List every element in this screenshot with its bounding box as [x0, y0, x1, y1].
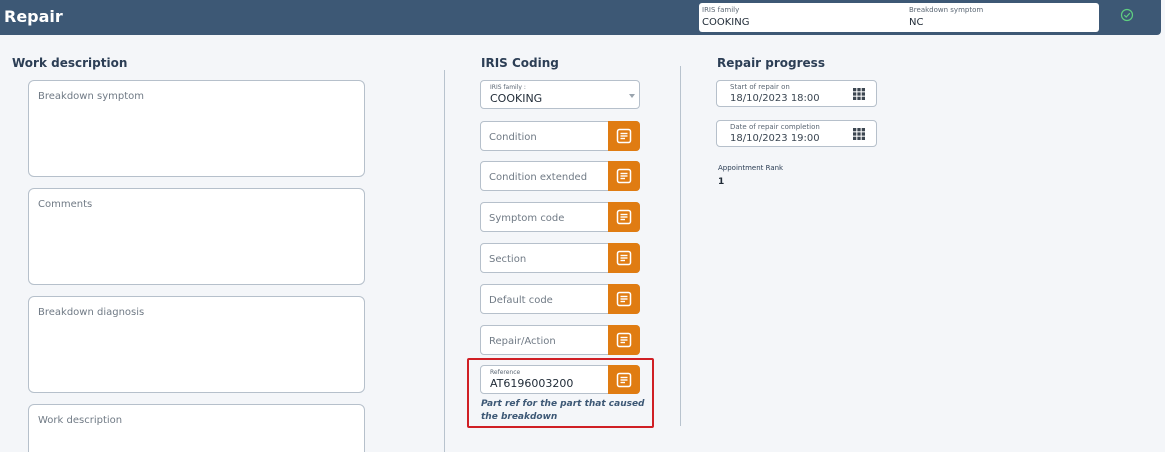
- repair-completion-field[interactable]: Date of repair completion 18/10/2023 19:…: [716, 120, 877, 147]
- page-header: Repair IRIS family COOKING Breakdown sym…: [0, 0, 1161, 35]
- work-description-title: Work description: [12, 56, 128, 70]
- iris-family-label: IRIS family: [702, 6, 740, 14]
- reference-label: Reference: [490, 369, 521, 376]
- symptom-code-label: Symptom code: [489, 213, 565, 224]
- condition-extended-picker-button[interactable]: [608, 161, 640, 191]
- comments-placeholder: Comments: [38, 199, 93, 210]
- iris-family-dropdown-value: COOKING: [490, 92, 543, 105]
- iris-family-dropdown[interactable]: IRIS family : COOKING: [480, 80, 640, 109]
- list-icon: [616, 209, 632, 225]
- section-label: Section: [489, 254, 527, 265]
- calendar-grid-icon[interactable]: [853, 88, 865, 100]
- repair-progress-title: Repair progress: [717, 56, 825, 70]
- reference-value: AT6196003200: [490, 377, 574, 390]
- repair-completion-value: 18/10/2023 19:00: [730, 133, 820, 144]
- appointment-rank-label: Appointment Rank: [718, 164, 784, 172]
- column-divider-left: [444, 70, 445, 452]
- iris-family-value: COOKING: [702, 17, 750, 28]
- breakdown-symptom-textarea[interactable]: Breakdown symptom: [28, 80, 365, 177]
- iris-coding-title: IRIS Coding: [481, 56, 559, 70]
- list-icon: [616, 291, 632, 307]
- work-description-textarea[interactable]: Work description: [28, 404, 365, 452]
- repair-action-label: Repair/Action: [489, 336, 556, 347]
- start-of-repair-field[interactable]: Start of repair on 18/10/2023 18:00: [716, 80, 877, 107]
- list-icon: [616, 332, 632, 348]
- default-code-label: Default code: [489, 295, 553, 306]
- breakdown-symptom-label: Breakdown symptom: [909, 6, 984, 14]
- repair-completion-label: Date of repair completion: [730, 123, 820, 131]
- appointment-rank-value: 1: [718, 177, 725, 187]
- list-icon: [616, 168, 632, 184]
- repair-action-picker-button[interactable]: [608, 325, 640, 355]
- reference-hint: Part ref for the part that caused the br…: [481, 399, 645, 422]
- breakdown-symptom-value: NC: [909, 17, 924, 28]
- symptom-code-field[interactable]: Symptom code: [480, 202, 640, 232]
- calendar-grid-icon[interactable]: [853, 128, 865, 140]
- condition-label: Condition: [489, 132, 537, 143]
- comments-textarea[interactable]: Comments: [28, 188, 365, 285]
- default-code-picker-button[interactable]: [608, 284, 640, 314]
- reference-field[interactable]: Reference AT6196003200: [480, 365, 640, 394]
- section-field[interactable]: Section: [480, 243, 640, 273]
- section-picker-button[interactable]: [608, 243, 640, 273]
- condition-extended-label: Condition extended: [489, 172, 588, 183]
- chevron-down-icon: [629, 94, 635, 98]
- repair-action-field[interactable]: Repair/Action: [480, 325, 640, 355]
- symptom-code-picker-button[interactable]: [608, 202, 640, 232]
- start-of-repair-value: 18/10/2023 18:00: [730, 93, 820, 104]
- list-icon: [616, 128, 632, 144]
- column-divider-right: [680, 66, 681, 426]
- work-description-placeholder: Work description: [38, 415, 123, 426]
- header-info-box: IRIS family COOKING Breakdown symptom NC: [699, 3, 1099, 32]
- check-circle-icon: [1120, 8, 1134, 22]
- breakdown-symptom-placeholder: Breakdown symptom: [38, 91, 144, 102]
- page-title: Repair: [4, 7, 63, 26]
- condition-extended-field[interactable]: Condition extended: [480, 161, 640, 191]
- reference-picker-button[interactable]: [608, 365, 640, 394]
- list-icon: [616, 372, 632, 388]
- breakdown-diagnosis-textarea[interactable]: Breakdown diagnosis: [28, 296, 365, 393]
- breakdown-diagnosis-placeholder: Breakdown diagnosis: [38, 307, 145, 318]
- condition-field[interactable]: Condition: [480, 121, 640, 151]
- list-icon: [616, 250, 632, 266]
- default-code-field[interactable]: Default code: [480, 284, 640, 314]
- start-of-repair-label: Start of repair on: [730, 83, 790, 91]
- condition-picker-button[interactable]: [608, 121, 640, 151]
- iris-family-dropdown-label: IRIS family :: [490, 84, 526, 91]
